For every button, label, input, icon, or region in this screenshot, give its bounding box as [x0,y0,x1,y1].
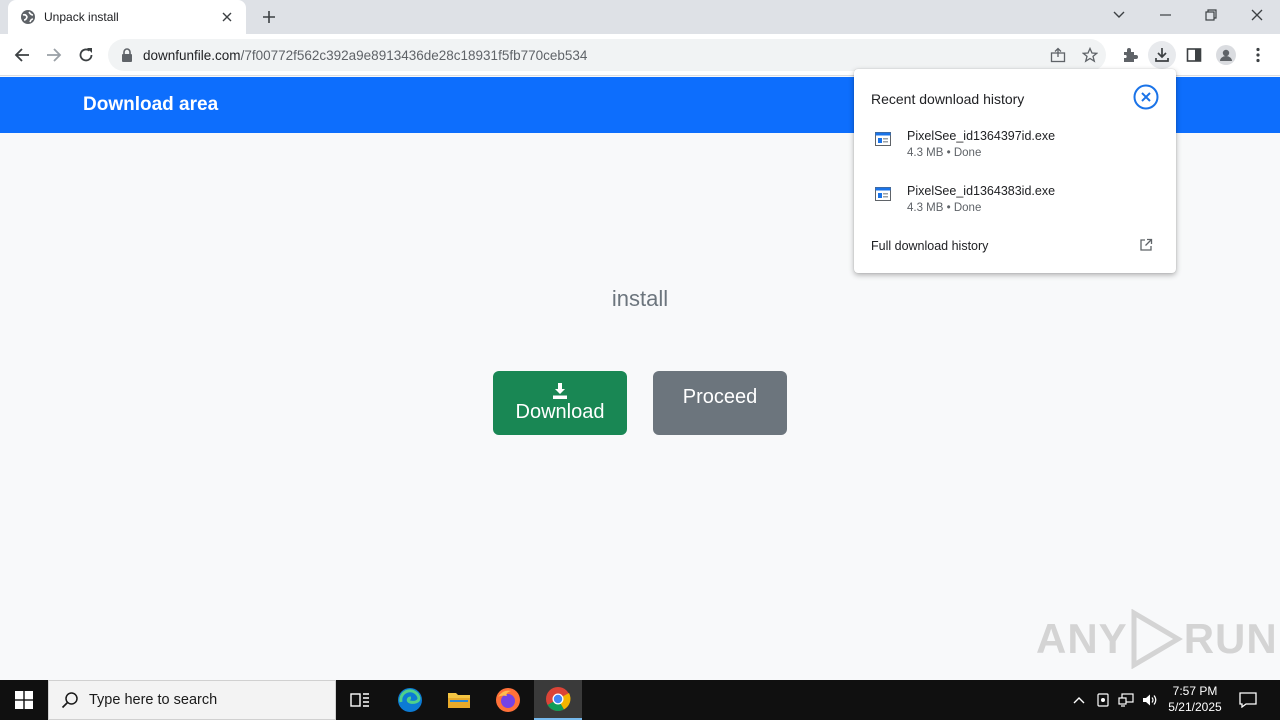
download-icon [1155,48,1169,62]
download-history-popup: Recent download history PixelSee_id13643… [854,69,1176,273]
clock-time: 7:57 PM [1172,684,1218,698]
downloads-button[interactable] [1148,41,1176,69]
side-panel-button[interactable] [1180,41,1208,69]
notifications-button[interactable] [1234,680,1262,720]
exe-file-icon [875,187,891,201]
open-external-icon[interactable] [1139,238,1153,252]
url-domain: downfunfile.com [143,47,241,63]
kebab-menu-icon [1256,47,1260,63]
globe-icon [21,10,35,24]
device-icon [1097,693,1109,707]
search-icon [61,692,78,709]
close-window-button[interactable] [1234,0,1280,30]
page-title: Download area [83,94,219,115]
taskbar-search-box[interactable]: Type here to search [48,680,336,720]
windows-taskbar: Type here to search 7:57 PM 5/21/2025 [0,680,1280,720]
menu-button[interactable] [1244,41,1272,69]
download-filename: PixelSee_id1364383id.exe [907,184,1056,198]
arrow-left-icon [14,48,29,62]
clock-date: 5/21/2025 [1168,700,1222,714]
puzzle-icon [1124,48,1138,62]
download-icon [553,382,567,399]
download-item[interactable]: PixelSee_id1364397id.exe 4.3 MB • Done [854,127,1176,171]
extensions-button[interactable] [1116,41,1144,69]
full-download-history-link[interactable]: Full download history [871,239,988,253]
bookmark-button[interactable] [1076,41,1104,69]
star-icon [1082,47,1098,63]
taskbar-firefox[interactable] [484,680,532,720]
exe-file-icon [875,132,891,146]
file-heading: install [611,286,669,311]
taskbar-chrome[interactable] [534,680,582,720]
tray-network[interactable] [1115,680,1137,720]
download-button[interactable]: Download [493,371,627,435]
download-status: 4.3 MB • Done [907,202,982,214]
tab-close-icon[interactable] [218,8,236,26]
download-filename: PixelSee_id1364397id.exe [907,129,1056,143]
taskbar-clock[interactable]: 7:57 PM 5/21/2025 [1160,683,1230,715]
edge-icon [398,688,422,712]
task-view-button[interactable] [336,680,384,720]
anyrun-watermark: ANY RUN [1036,609,1278,669]
folder-icon [448,693,470,708]
notification-icon [1239,692,1257,708]
start-button[interactable] [0,680,48,720]
avatar-icon [1216,45,1236,65]
speaker-icon [1143,694,1157,706]
reload-icon [79,48,93,62]
close-icon[interactable] [1133,84,1159,110]
tab-title: Unpack install [44,10,119,24]
proceed-button[interactable]: Proceed [653,371,787,435]
restore-button[interactable] [1188,0,1234,30]
address-bar[interactable]: downfunfile.com/7f00772f562c392a9e891343… [108,39,1106,71]
network-icon [1118,693,1134,707]
download-item[interactable]: PixelSee_id1364383id.exe 4.3 MB • Done [854,182,1176,226]
windows-logo-icon [15,691,33,709]
url-text: downfunfile.com/7f00772f562c392a9e891343… [143,48,587,63]
tab-strip: Unpack install [0,0,1280,34]
download-status: 4.3 MB • Done [907,147,982,159]
tray-volume[interactable] [1139,680,1161,720]
url-path: /7f00772f562c392a9e8913436de28c18931f5fb… [240,47,588,63]
tray-meet-now[interactable] [1092,680,1114,720]
browser-tab[interactable]: Unpack install [8,0,246,34]
lock-icon [122,48,132,62]
new-tab-button[interactable] [258,6,280,28]
reload-button[interactable] [72,41,100,69]
share-icon [1050,47,1066,63]
taskbar-edge[interactable] [386,680,434,720]
download-button-label: Download [515,400,605,423]
play-logo-icon [1131,609,1183,669]
show-hidden-icons-button[interactable] [1068,680,1090,720]
watermark-text-right: RUN [1183,615,1278,662]
side-panel-icon [1186,48,1202,62]
chrome-icon [546,687,571,712]
minimize-button[interactable] [1142,0,1188,30]
firefox-icon [496,688,520,712]
back-button[interactable] [8,41,36,69]
chevron-up-icon [1073,697,1085,704]
watermark-text-left: ANY [1036,615,1128,662]
search-placeholder: Type here to search [89,692,218,708]
tab-search-button[interactable] [1096,0,1142,30]
profile-button[interactable] [1212,41,1240,69]
forward-button[interactable] [40,41,68,69]
share-button[interactable] [1044,41,1072,69]
popup-title: Recent download history [871,91,1025,107]
task-view-icon [350,693,369,707]
taskbar-file-explorer[interactable] [435,680,483,720]
arrow-right-icon [47,48,62,62]
